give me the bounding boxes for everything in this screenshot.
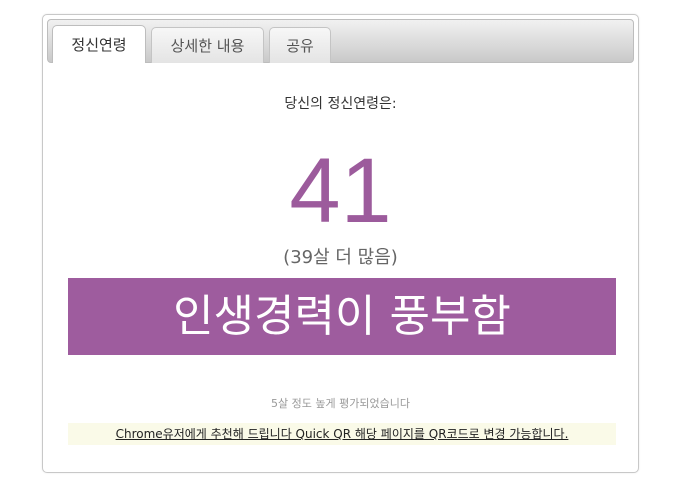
tab-mental-age[interactable]: 정신연령 [52, 25, 146, 63]
evaluation-note: 5살 정도 높게 평가되었습니다 [271, 397, 410, 410]
chrome-notice-bar: Chrome유저에게 추천해 드립니다 Quick QR 해당 페이지를 QR코… [68, 423, 616, 445]
tab-details[interactable]: 상세한 내용 [151, 27, 264, 63]
age-difference: (39살 더 많음) [283, 247, 398, 268]
result-card: 정신연령 상세한 내용 공유 당신의 정신연령은: 41 (39살 더 많음) … [42, 14, 639, 473]
result-subtitle: 당신의 정신연령은: [284, 96, 397, 112]
tab-bar: 정신연령 상세한 내용 공유 [47, 19, 634, 63]
tab-share[interactable]: 공유 [269, 27, 331, 63]
chrome-quick-qr-link[interactable]: Chrome유저에게 추천해 드립니다 Quick QR 해당 페이지를 QR코… [116, 427, 569, 441]
result-banner: 인생경력이 풍부함 [68, 278, 616, 355]
mental-age-value: 41 [289, 140, 392, 242]
